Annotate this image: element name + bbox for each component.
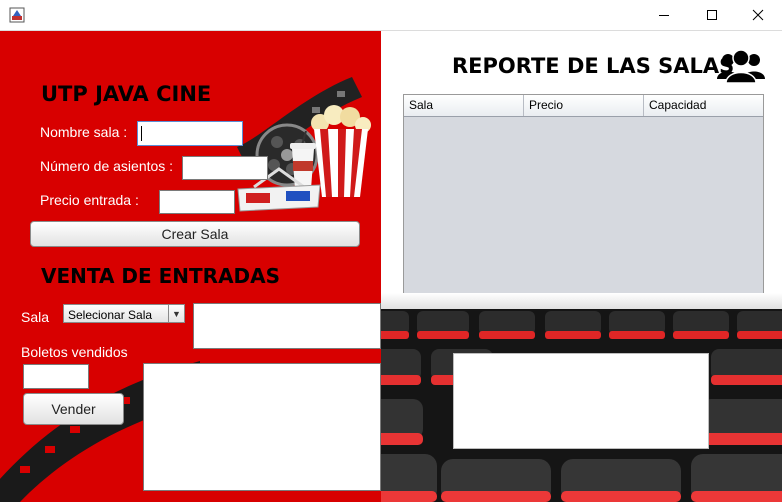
numero-asientos-label: Número de asientos : — [40, 158, 174, 174]
ventas-textarea[interactable] — [143, 363, 381, 491]
close-button[interactable] — [735, 0, 781, 30]
boletos-vendidos-label: Boletos vendidos — [21, 344, 128, 360]
reporte-detalle-box — [453, 353, 709, 449]
left-panel: UTP JAVA CINE Nombre sala : Número de as… — [0, 31, 381, 502]
precio-entrada-input[interactable] — [159, 190, 235, 214]
vender-button[interactable]: Vender — [23, 393, 124, 425]
right-panel: REPORTE DE LAS SALAS Sala Precio Capacid… — [381, 31, 782, 502]
column-header-precio[interactable]: Precio — [524, 95, 644, 116]
close-icon — [752, 9, 764, 21]
minimize-icon — [659, 15, 669, 16]
nombre-sala-label: Nombre sala : — [40, 124, 128, 140]
sala-select[interactable]: Selecionar Sala ▼ — [63, 304, 185, 323]
reporte-title: REPORTE DE LAS SALAS — [452, 54, 735, 78]
chevron-down-icon: ▼ — [168, 305, 184, 322]
users-icon — [717, 49, 765, 83]
app-icon — [9, 7, 25, 23]
sala-select-value: Selecionar Sala — [68, 308, 153, 322]
maximize-button[interactable] — [689, 0, 735, 30]
crear-sala-button[interactable]: Crear Sala — [30, 221, 360, 247]
maximize-icon — [707, 10, 717, 20]
sala-label: Sala — [21, 309, 50, 325]
nombre-sala-input[interactable] — [137, 121, 243, 146]
column-header-sala[interactable]: Sala — [404, 95, 524, 116]
precio-entrada-label: Precio entrada : — [40, 192, 139, 208]
numero-asientos-input[interactable] — [182, 156, 268, 180]
table-header: Sala Precio Capacidad — [404, 95, 763, 117]
salas-table[interactable]: Sala Precio Capacidad — [403, 94, 764, 298]
window-titlebar — [0, 0, 782, 31]
cinema-title: UTP JAVA CINE — [41, 82, 212, 106]
text-cursor — [141, 126, 142, 141]
boletos-vendidos-input[interactable] — [23, 364, 89, 389]
column-header-capacidad[interactable]: Capacidad — [644, 95, 763, 116]
sala-info-box — [193, 303, 381, 349]
venta-entradas-title: VENTA DE ENTRADAS — [41, 264, 281, 288]
minimize-button[interactable] — [641, 0, 687, 30]
